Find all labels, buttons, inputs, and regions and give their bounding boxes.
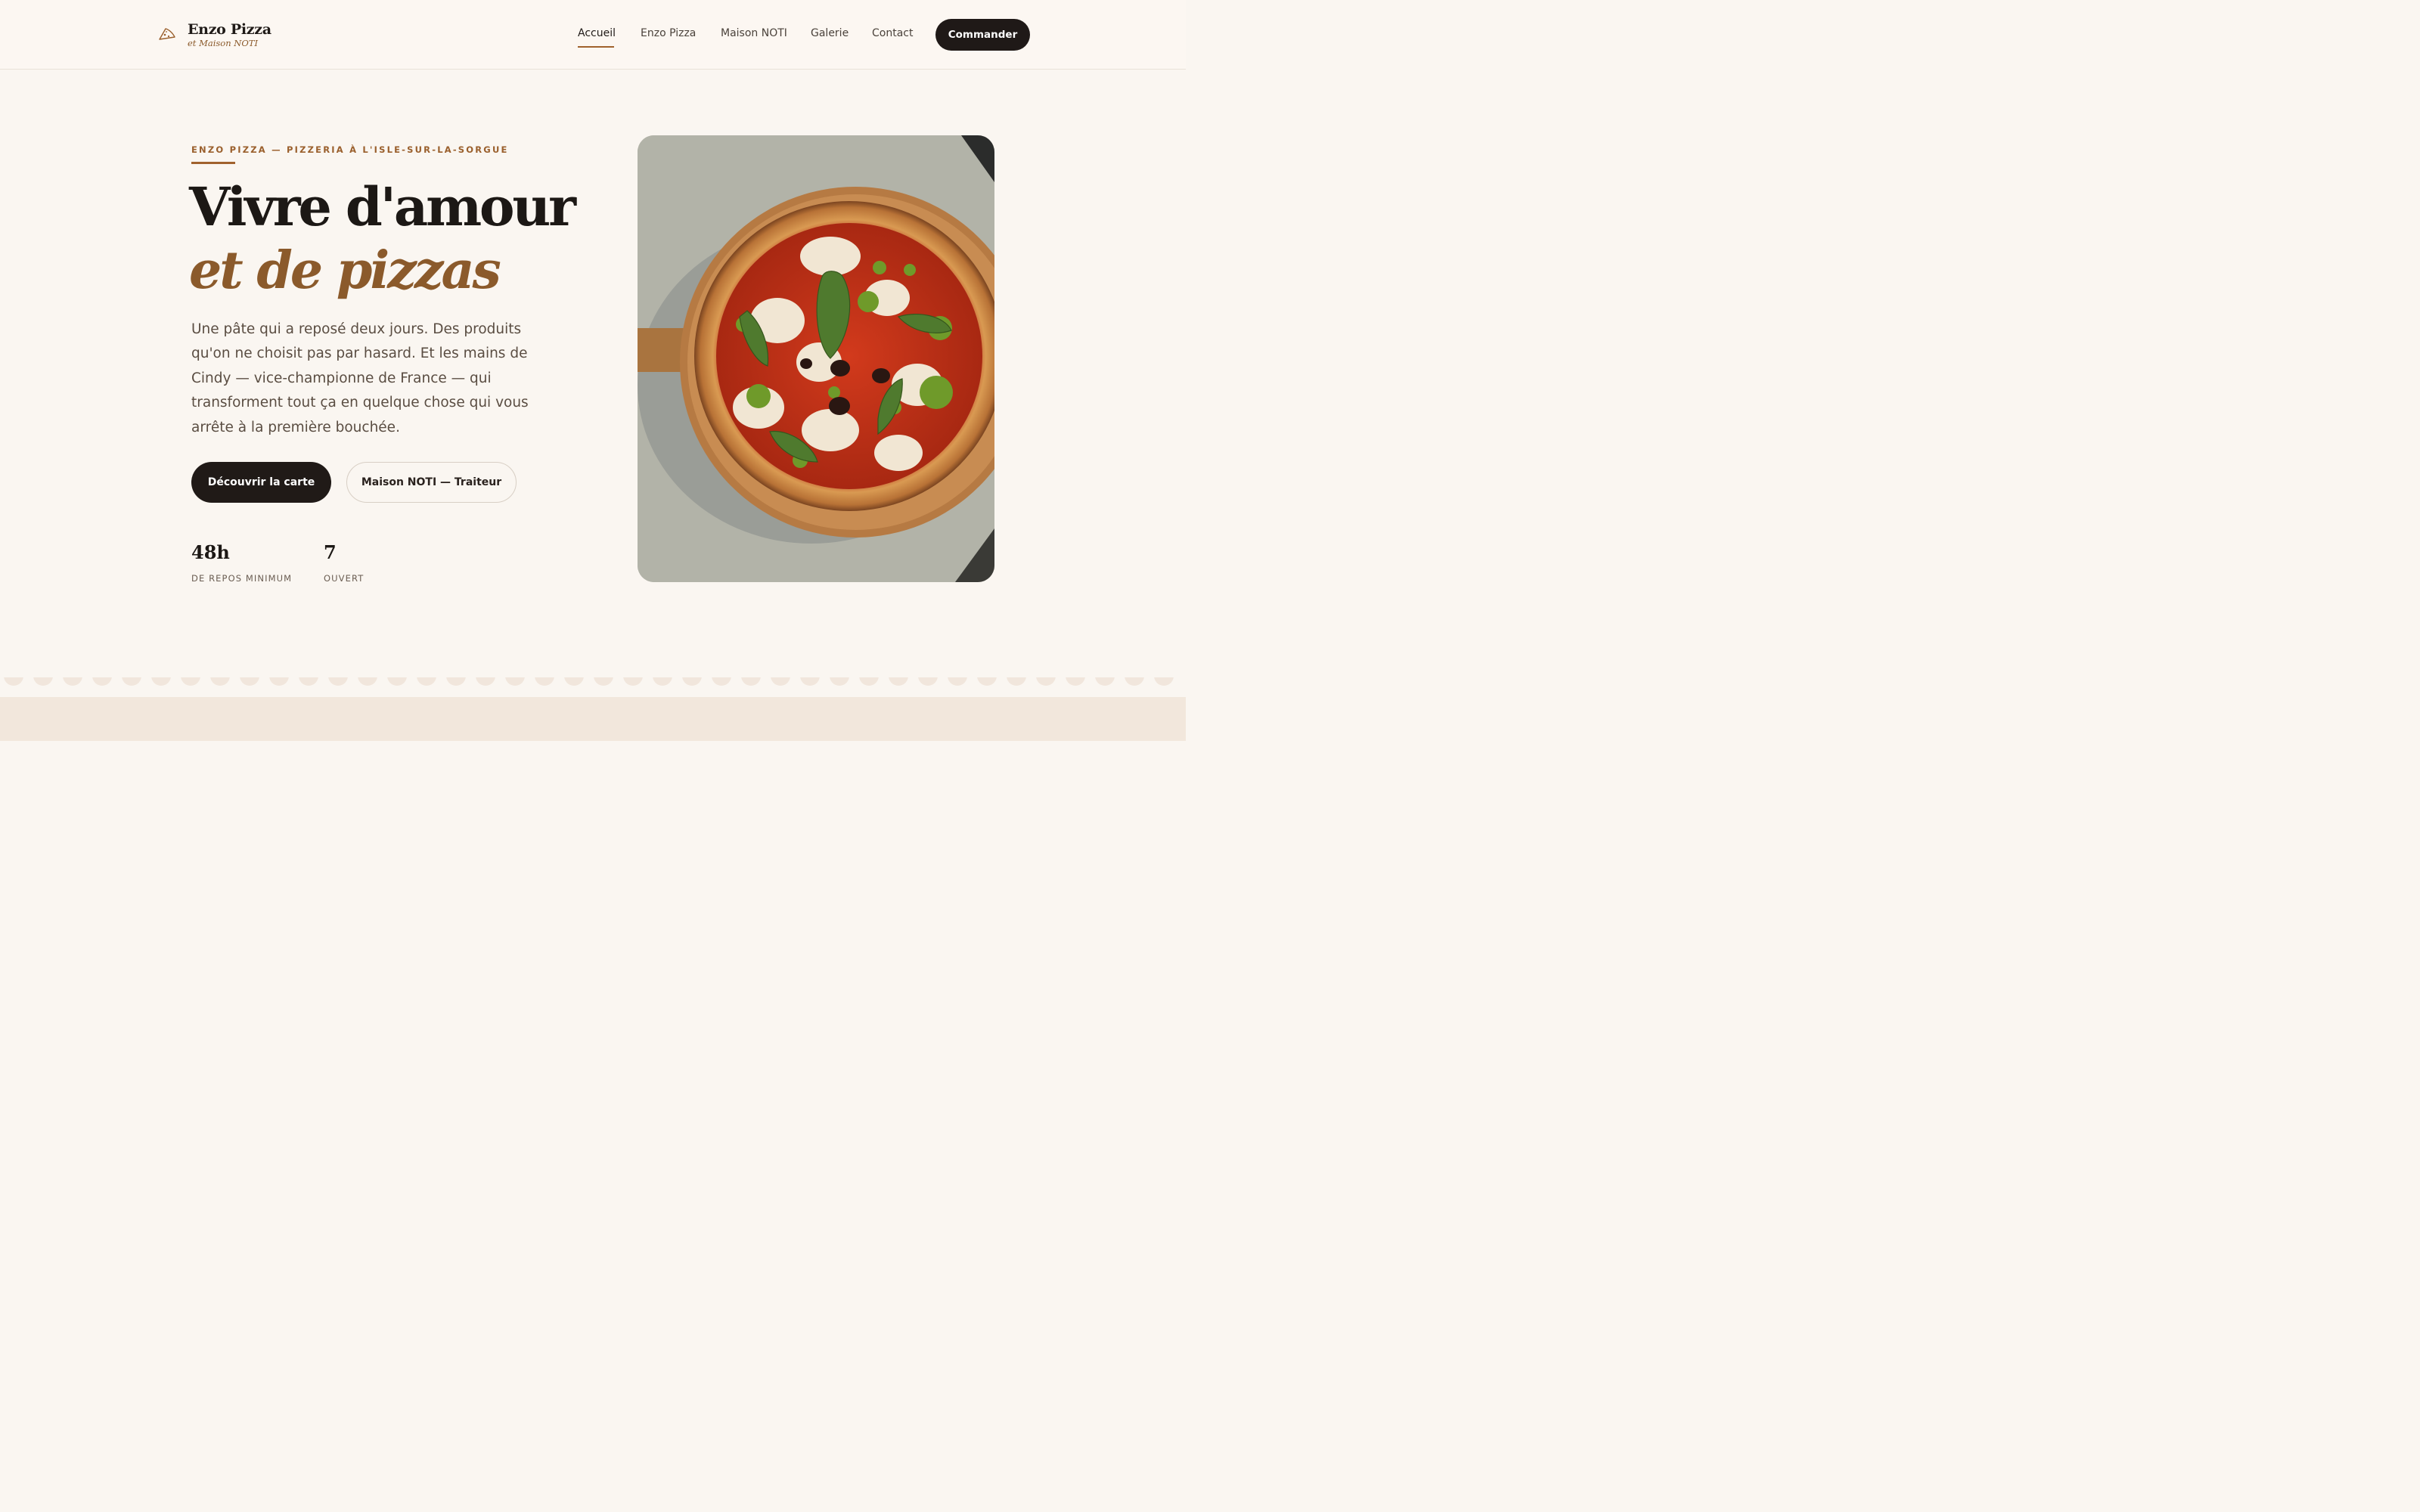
hero-title-line2: et de pizzas bbox=[189, 240, 501, 301]
stat-label-rest: DE REPOS MINIMUM bbox=[191, 573, 293, 584]
nav-active-indicator bbox=[578, 46, 614, 48]
order-button[interactable]: Commander bbox=[935, 19, 1030, 51]
scalloped-divider bbox=[0, 671, 1186, 686]
brand-name: Enzo Pizza bbox=[188, 21, 271, 38]
next-section-band bbox=[0, 697, 1186, 741]
nav-item-contact[interactable]: Contact bbox=[872, 27, 913, 39]
hero-lead: Une pâte qui a reposé deux jours. Des pr… bbox=[191, 321, 529, 435]
nav-item-enzo-pizza[interactable]: Enzo Pizza bbox=[641, 27, 696, 39]
discover-menu-button[interactable]: Découvrir la carte bbox=[191, 462, 331, 503]
nav-item-accueil[interactable]: Accueil bbox=[578, 27, 616, 39]
maison-noti-button[interactable]: Maison NOTI — Traiteur bbox=[346, 462, 517, 503]
pizza-slice-icon bbox=[159, 28, 175, 40]
stat-label-open: OUVERT bbox=[324, 573, 365, 584]
pizza-illustration bbox=[638, 135, 994, 582]
hero-eyebrow: ENZO PIZZA — PIZZERIA À L'ISLE-SUR-LA-SO… bbox=[191, 144, 509, 155]
brand-subtitle: et Maison NOTI bbox=[188, 38, 258, 48]
site-header: Enzo Pizza et Maison NOTI Accueil Enzo P… bbox=[0, 0, 1186, 70]
hero-title-line1: Vivre d'amour bbox=[189, 175, 576, 238]
stat-value-rest: 48h bbox=[191, 541, 230, 563]
nav-item-maison-noti[interactable]: Maison NOTI bbox=[721, 27, 787, 39]
pizza-photo bbox=[638, 135, 994, 582]
eyebrow-divider bbox=[191, 162, 235, 164]
nav-item-galerie[interactable]: Galerie bbox=[811, 27, 849, 39]
brand-logo[interactable]: Enzo Pizza et Maison NOTI bbox=[157, 21, 293, 51]
stat-value-open: 7 bbox=[324, 541, 337, 563]
